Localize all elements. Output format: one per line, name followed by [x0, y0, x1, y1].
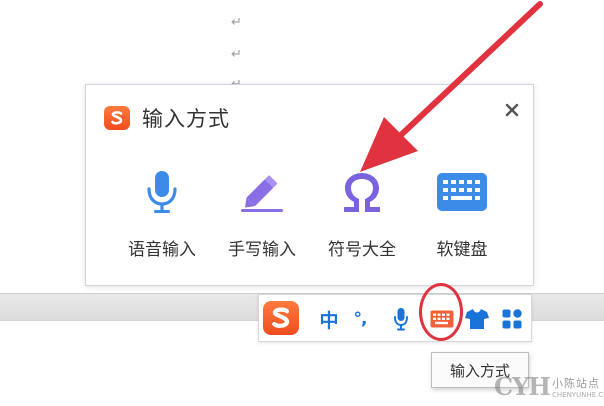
punctuation-toggle[interactable]: °, [349, 307, 371, 331]
close-button[interactable] [501, 99, 523, 121]
sogou-logo [104, 106, 130, 130]
toolbar-voice-button[interactable] [390, 307, 412, 331]
paragraph-mark: ↵ [231, 47, 242, 62]
toolbar-input-method-button[interactable] [427, 307, 457, 331]
sogou-s-icon [272, 307, 290, 328]
microphone-icon [147, 171, 177, 213]
option-handwriting-input[interactable]: 手写输入 [214, 167, 310, 260]
sogou-s-icon [111, 111, 123, 125]
watermark-logo: CYH [494, 372, 551, 401]
option-soft-keyboard[interactable]: 软键盘 [414, 167, 510, 260]
site-watermark: CYH 小陈站点 CHENYUNHE.COM [494, 372, 604, 402]
option-label: 软键盘 [436, 240, 488, 260]
shirt-icon [465, 309, 489, 329]
input-method-popup: 输入方式 语音输入 手写输入 符号大全 软键盘 [85, 84, 534, 286]
keyboard-icon [437, 173, 487, 211]
toolbar-sogou-logo[interactable] [263, 301, 299, 335]
option-label: 符号大全 [328, 240, 396, 260]
pencil-icon [241, 175, 283, 212]
option-label: 语音输入 [128, 240, 196, 260]
close-icon [505, 103, 519, 117]
watermark-title: 小陈站点 [552, 377, 600, 390]
omega-icon [344, 173, 380, 212]
chinese-mode-toggle[interactable]: 中 [317, 307, 341, 332]
keyboard-icon [430, 310, 454, 328]
option-label: 手写输入 [228, 240, 296, 260]
paragraph-mark: ↵ [231, 15, 242, 30]
toolbar-skin-button[interactable] [464, 307, 490, 331]
popup-header: 输入方式 [104, 103, 230, 133]
input-method-toolbar: 中 °, [258, 294, 532, 342]
popup-title: 输入方式 [142, 107, 230, 131]
microphone-icon [394, 308, 408, 331]
apps-grid-icon [502, 309, 522, 329]
input-method-options: 语音输入 手写输入 符号大全 软键盘 [114, 167, 514, 267]
toolbar-toolbox-button[interactable] [500, 307, 524, 331]
watermark-subtitle: CHENYUNHE.COM [552, 391, 604, 399]
option-voice-input[interactable]: 语音输入 [114, 167, 210, 260]
option-symbols[interactable]: 符号大全 [314, 167, 410, 260]
